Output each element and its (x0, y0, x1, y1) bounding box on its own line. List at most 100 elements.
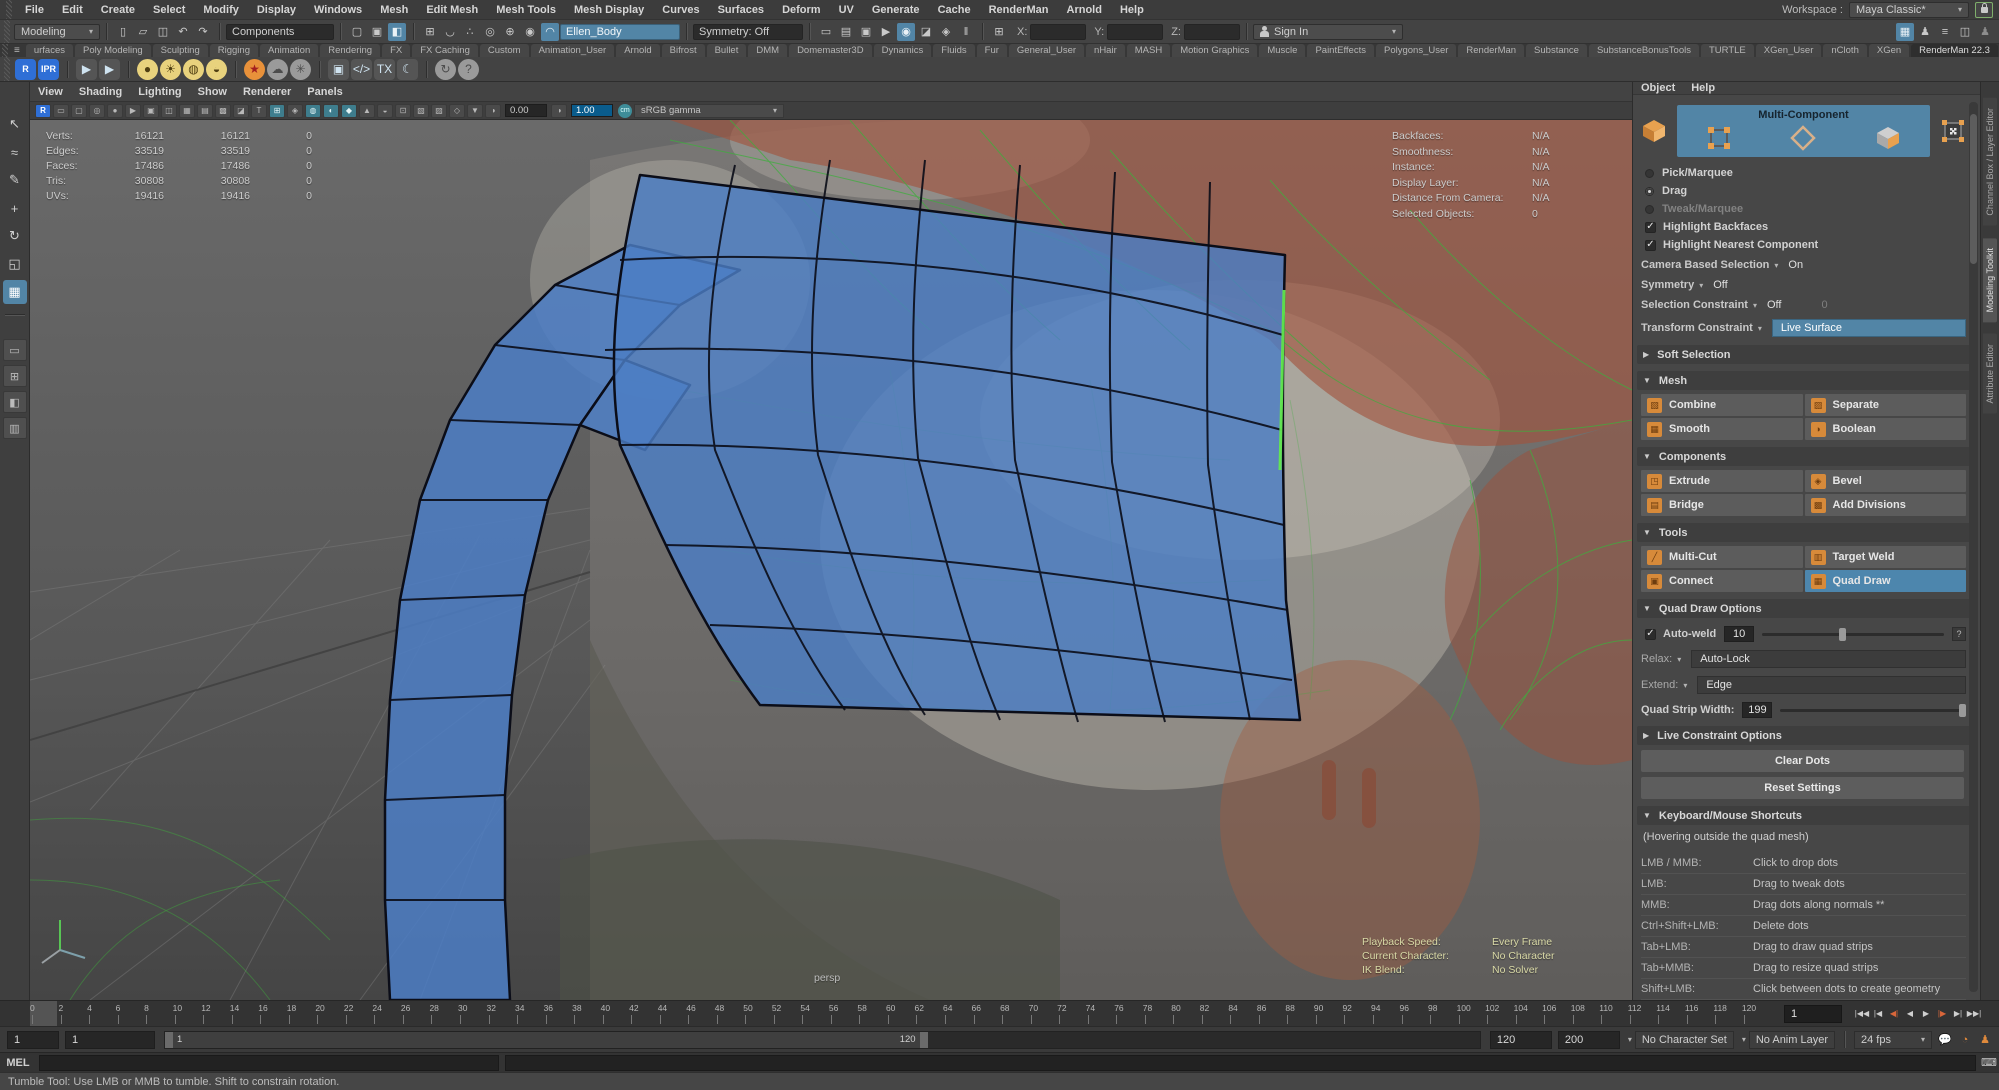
panel-menu-item[interactable]: Renderer (243, 86, 291, 98)
toolkit-menu-item[interactable]: Object (1641, 82, 1675, 94)
timeline-tick[interactable]: 2 (59, 1001, 88, 1026)
panel-toolbar-icon[interactable]: ▤ (197, 104, 213, 118)
shelf-tab[interactable]: Animation_User (531, 44, 615, 57)
render-action-icon[interactable]: ▭ (817, 23, 835, 41)
timeline-tick[interactable]: 28 (429, 1001, 458, 1026)
timeline-tick[interactable]: 120 (1742, 1001, 1771, 1026)
timeline-tick[interactable]: 98 (1428, 1001, 1457, 1026)
panel-menu-item[interactable]: Shading (79, 86, 122, 98)
panel-toolbar-icon[interactable]: ▭ (53, 104, 69, 118)
gear-star-icon[interactable]: ✳ (290, 59, 311, 80)
night-preview-icon[interactable]: ☾ (397, 59, 418, 80)
timeline-tick[interactable]: 4 (87, 1001, 116, 1026)
menu-item[interactable]: Mesh (371, 4, 417, 16)
auto-key-icon[interactable]: 💬 (1936, 1031, 1954, 1049)
component-command-button[interactable]: ▤Bridge (1641, 494, 1803, 516)
panel-toolbar-icon[interactable]: ◫ (161, 104, 177, 118)
panel-toolbar-icon[interactable]: ◍ (305, 104, 321, 118)
render-action-icon[interactable]: ▣ (857, 23, 875, 41)
layout-four-view[interactable]: ⊞ (3, 365, 27, 387)
timeline-tick[interactable]: 78 (1143, 1001, 1172, 1026)
file-action-icon[interactable]: ▯ (114, 23, 132, 41)
range-end-handle[interactable] (920, 1032, 928, 1048)
menu-item[interactable]: Mesh Display (565, 4, 653, 16)
checkbox-option[interactable]: ✓Highlight Nearest Component (1641, 239, 1966, 251)
shelf-tab[interactable]: Motion Graphics (1172, 44, 1257, 57)
command-input[interactable] (39, 1055, 499, 1071)
menu-item[interactable]: RenderMan (980, 4, 1058, 16)
snap-icon[interactable]: ⊕ (501, 23, 519, 41)
tool-command-button[interactable]: ▥Target Weld (1805, 546, 1967, 568)
symmetry-dropdown[interactable]: Symmetry: Off (693, 24, 803, 40)
timeline-tick[interactable]: 66 (972, 1001, 1001, 1026)
mesh-command-button[interactable]: ▧Combine (1641, 394, 1803, 416)
symmetry-row[interactable]: Symmetry▾Off (1641, 279, 1966, 291)
panel-menu-item[interactable]: Lighting (138, 86, 181, 98)
menubar-grip[interactable] (6, 0, 12, 19)
slider-handle[interactable] (1959, 704, 1966, 717)
timeline-tick[interactable]: 80 (1171, 1001, 1200, 1026)
timeline-tick[interactable]: 8 (144, 1001, 173, 1026)
radio-option[interactable]: Tweak/Marquee (1641, 203, 1966, 215)
timeline-tick[interactable]: 104 (1514, 1001, 1543, 1026)
help-button[interactable]: ? (1952, 627, 1966, 641)
timeline-tick[interactable]: 0 (30, 1001, 59, 1026)
layout-split[interactable]: ▥ (3, 417, 27, 439)
shelf-tab[interactable]: FX (382, 44, 410, 57)
file-action-icon[interactable]: ↶ (174, 23, 192, 41)
menu-item[interactable]: Mesh Tools (487, 4, 565, 16)
render-action-icon[interactable]: ◪ (917, 23, 935, 41)
sidebar-vertical-tab[interactable]: Channel Box / Layer Editor (1983, 98, 1997, 226)
panel-menu-item[interactable]: Show (198, 86, 227, 98)
timeline-tick[interactable]: 76 (1114, 1001, 1143, 1026)
batch-render-icon[interactable]: ▶ (76, 59, 97, 80)
panel-toolbar-icon[interactable]: ▼ (467, 104, 483, 118)
panel-toolbar-icon[interactable]: ● (107, 104, 123, 118)
shelf-tab[interactable]: PaintEffects (1307, 44, 1374, 57)
playback-range-bar[interactable]: 1 120 (165, 1032, 928, 1048)
panel-toolbar-icon[interactable]: ⊡ (395, 104, 411, 118)
range-start-handle[interactable] (165, 1032, 173, 1048)
timeline-tick[interactable]: 82 (1200, 1001, 1229, 1026)
timeline-tick[interactable]: 50 (743, 1001, 772, 1026)
timeline-tick[interactable]: 16 (258, 1001, 287, 1026)
clear-dots-button[interactable]: Clear Dots (1641, 750, 1964, 772)
playback-button[interactable]: |▶ (1934, 1006, 1950, 1022)
timeline-tick[interactable]: 84 (1228, 1001, 1257, 1026)
fps-dropdown[interactable]: 24 fps▾ (1854, 1031, 1932, 1049)
range-slider[interactable]: 1 120 (164, 1031, 1481, 1049)
panel-toolbar-icon[interactable]: ▶ (125, 104, 141, 118)
shelf-tab[interactable]: Bifrost (662, 44, 705, 57)
exposure-field[interactable]: 0.00 (505, 104, 547, 117)
move-tool[interactable]: + (3, 196, 27, 220)
sidebar-toggle-icon[interactable]: ▦ (1896, 23, 1914, 41)
workspace-dropdown[interactable]: Maya Classic*▾ (1849, 2, 1969, 18)
timeline-tick[interactable]: 108 (1571, 1001, 1600, 1026)
refresh-icon[interactable]: ↻ (435, 59, 456, 80)
panel-toolbar-icon[interactable]: ◈ (287, 104, 303, 118)
panel-toolbar-icon[interactable]: ◇ (449, 104, 465, 118)
live-constraint-options-header[interactable]: ▶Live Constraint Options (1637, 726, 1974, 745)
timeline-tick[interactable]: 18 (287, 1001, 316, 1026)
menu-item[interactable]: Curves (653, 4, 708, 16)
layout-persp-outliner[interactable]: ◧ (3, 391, 27, 413)
timeline-tick[interactable]: 94 (1371, 1001, 1400, 1026)
menu-item[interactable]: Help (1111, 4, 1153, 16)
menu-item[interactable]: UV (830, 4, 863, 16)
edge-mode-icon[interactable] (1790, 125, 1816, 151)
menu-item[interactable]: Arnold (1058, 4, 1111, 16)
panel-toolbar-icon[interactable]: ◆ (341, 104, 357, 118)
timeline-tick[interactable]: 36 (544, 1001, 573, 1026)
auto-weld-value[interactable]: 10 (1724, 626, 1754, 642)
paint-select-tool[interactable]: ✎ (3, 168, 27, 192)
quad-strip-width-slider[interactable] (1780, 709, 1966, 712)
sign-in-button[interactable]: Sign In ▾ (1253, 24, 1403, 40)
point-light-icon[interactable]: ● (137, 59, 158, 80)
sidebar-toggle-icon[interactable]: ≡ (1936, 23, 1954, 41)
component-command-button[interactable]: ◳Extrude (1641, 470, 1803, 492)
extend-row[interactable]: Extend:▾ Edge (1641, 676, 1966, 694)
exposure-icon[interactable]: ◑ (485, 104, 501, 118)
reset-settings-button[interactable]: Reset Settings (1641, 777, 1964, 799)
shelf-tab[interactable]: Muscle (1259, 44, 1305, 57)
panel-toolbar-icon[interactable]: ▣ (143, 104, 159, 118)
